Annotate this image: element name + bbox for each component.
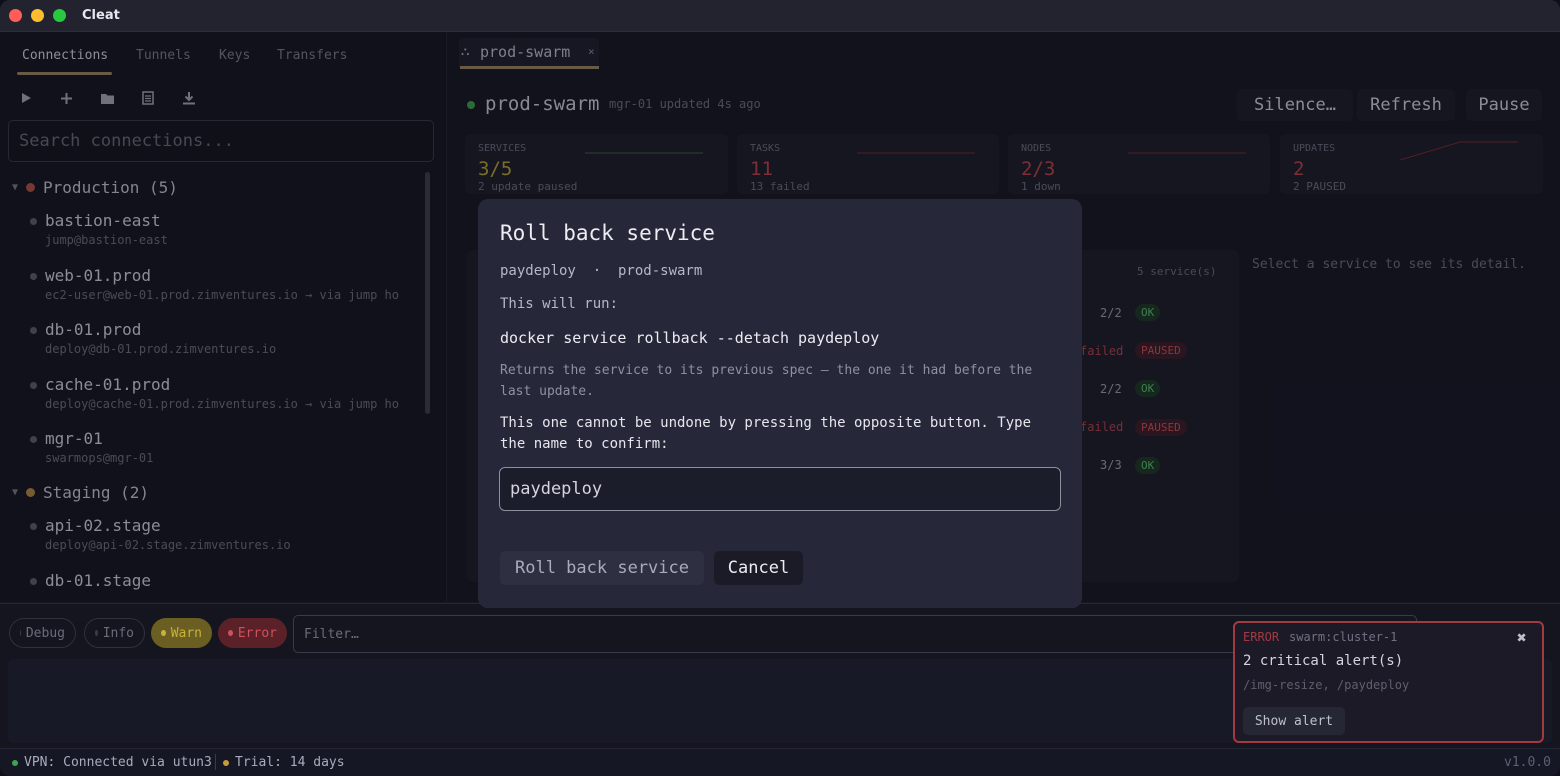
dialog-title: Roll back service (500, 221, 715, 245)
minimize-window-button[interactable] (31, 9, 44, 22)
level-dot (20, 630, 21, 636)
vpn-status-text: VPN: Connected via utun3 (24, 755, 212, 770)
log-level-info[interactable]: Info (84, 618, 145, 648)
title-bar: Cleat (0, 0, 1560, 32)
dialog-description: Returns the service to its previous spec… (500, 363, 1033, 399)
trial-status: Trial: 14 days (223, 755, 345, 770)
level-label: Debug (25, 625, 65, 641)
app-version: v1.0.0 (1504, 755, 1551, 770)
toast-message: 2 critical alert(s) (1243, 653, 1404, 669)
close-window-button[interactable] (9, 9, 22, 22)
trial-status-text: Trial: 14 days (235, 755, 345, 770)
zoom-window-button[interactable] (53, 9, 66, 22)
toast-source: swarm:cluster-1 (1289, 630, 1398, 644)
level-dot (161, 630, 166, 636)
trial-status-dot (223, 759, 229, 766)
level-dot (95, 630, 98, 636)
rollback-dialog: Roll back service paydeploy · prod-swarm… (478, 199, 1082, 608)
level-dot (228, 630, 233, 636)
vpn-status: VPN: Connected via utun3 (12, 755, 212, 770)
status-bar: VPN: Connected via utun3 Trial: 14 days … (0, 748, 1560, 776)
toast-detail: /img-resize, /paydeploy (1243, 678, 1410, 692)
level-label: Info (102, 625, 134, 641)
dialog-subtitle: paydeploy · prod-swarm (500, 263, 703, 279)
toast-level: ERROR (1243, 630, 1280, 644)
dialog-run-label: This will run: (500, 296, 619, 312)
app-window: Cleat Connections Tunnels Keys Transfers (0, 0, 1560, 776)
app-title: Cleat (82, 8, 120, 23)
close-icon[interactable]: ✖ (1517, 628, 1527, 647)
roll-back-service-button[interactable]: Roll back service (500, 551, 704, 585)
dialog-warning: This one cannot be undone by pressing th… (500, 415, 1032, 452)
dialog-command: docker service rollback --detach paydepl… (500, 329, 880, 347)
cancel-button[interactable]: Cancel (714, 551, 803, 585)
vpn-status-dot (12, 759, 18, 766)
confirm-name-input[interactable] (499, 467, 1061, 511)
log-level-warn[interactable]: Warn (151, 618, 212, 648)
level-label: Warn (170, 625, 202, 641)
show-alert-button[interactable]: Show alert (1243, 707, 1345, 735)
error-toast: ERROR swarm:cluster-1 ✖ 2 critical alert… (1233, 621, 1544, 743)
log-level-debug[interactable]: Debug (9, 618, 76, 648)
status-divider (215, 754, 216, 770)
log-level-error[interactable]: Error (218, 618, 287, 648)
level-label: Error (237, 625, 277, 641)
